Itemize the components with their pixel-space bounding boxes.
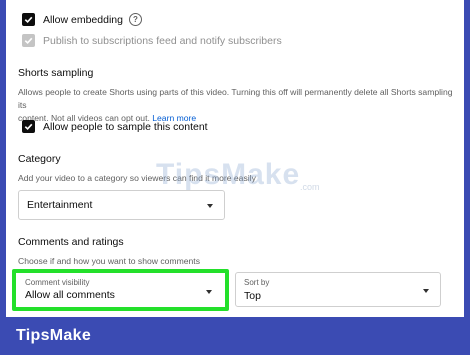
- allow-sampling-row[interactable]: Allow people to sample this content: [22, 120, 208, 133]
- comment-visibility-value: Allow all comments: [25, 289, 115, 301]
- category-select[interactable]: Entertainment: [18, 190, 225, 220]
- publish-checkbox: [22, 34, 35, 47]
- publish-label: Publish to subscriptions feed and notify…: [43, 34, 282, 47]
- allow-embedding-label: Allow embedding: [43, 13, 123, 26]
- comments-title: Comments and ratings: [18, 236, 124, 248]
- chevron-down-icon: [206, 290, 212, 294]
- comment-visibility-select[interactable]: Comment visibility Allow all comments: [16, 273, 225, 307]
- category-title: Category: [18, 153, 61, 165]
- help-icon[interactable]: ?: [128, 13, 142, 26]
- shorts-desc-line1: Allows people to create Shorts using par…: [18, 87, 453, 110]
- comments-description: Choose if and how you want to show comme…: [18, 256, 200, 266]
- allow-embedding-checkbox[interactable]: [22, 13, 35, 26]
- settings-panel: Allow embedding ? Publish to subscriptio…: [6, 0, 464, 317]
- chevron-down-icon: [423, 289, 429, 293]
- watermark: TipsMake: [156, 158, 301, 191]
- sort-by-value: Top: [244, 290, 261, 302]
- category-selected-value: Entertainment: [27, 199, 93, 211]
- comment-visibility-label: Comment visibility: [25, 278, 90, 287]
- publish-row: Publish to subscriptions feed and notify…: [22, 34, 282, 47]
- brand-label: TipsMake: [16, 327, 92, 344]
- allow-sampling-checkbox[interactable]: [22, 120, 35, 133]
- chevron-down-icon: [207, 204, 213, 208]
- sort-by-select[interactable]: Sort by Top: [235, 272, 441, 307]
- allow-embedding-row[interactable]: Allow embedding ?: [22, 13, 142, 26]
- allow-sampling-label: Allow people to sample this content: [43, 120, 208, 133]
- shorts-sampling-title: Shorts sampling: [18, 67, 94, 79]
- sort-by-label: Sort by: [244, 278, 270, 287]
- watermark-suffix: .com: [300, 182, 320, 192]
